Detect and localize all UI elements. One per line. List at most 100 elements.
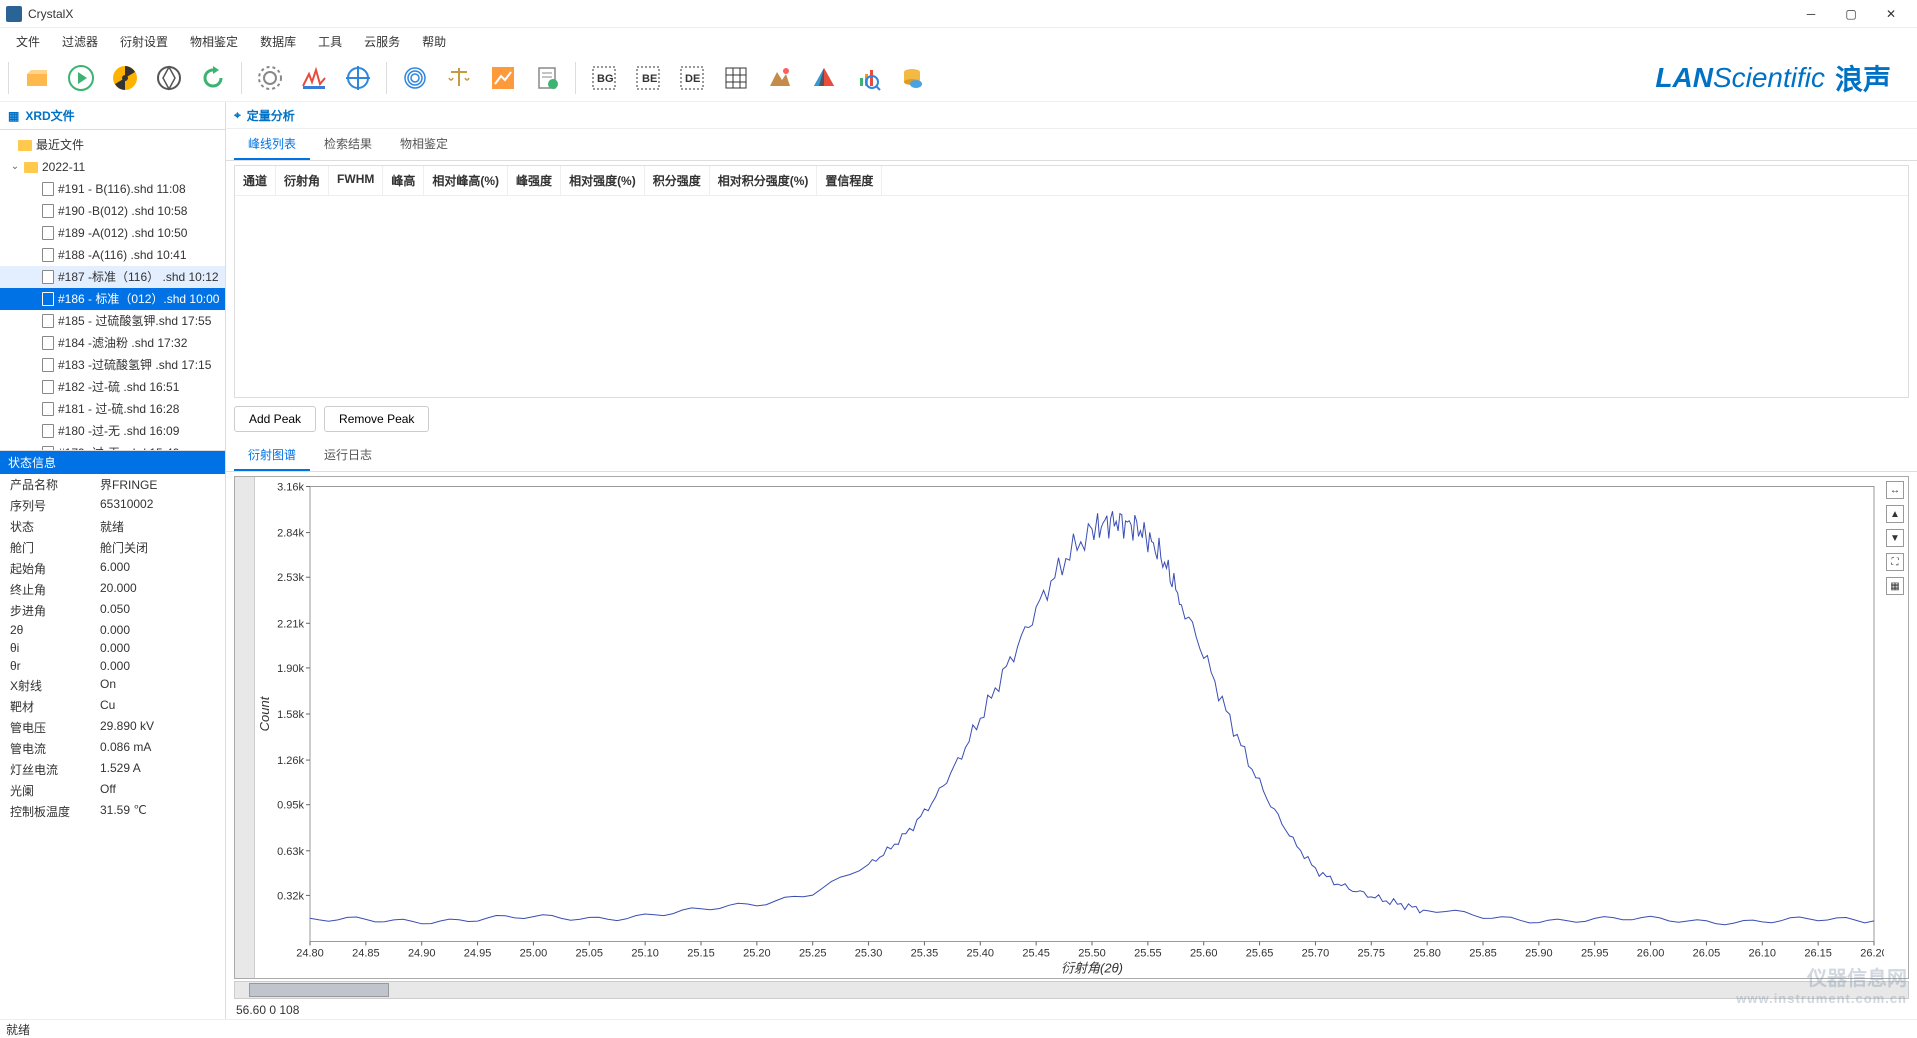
mountain-icon[interactable]: [762, 60, 798, 96]
menu-2[interactable]: 衍射设置: [110, 30, 178, 53]
brand-cn: 浪声: [1835, 58, 1891, 98]
menu-0[interactable]: 文件: [6, 30, 50, 53]
remove-peak-button[interactable]: Remove Peak: [324, 406, 429, 432]
file-item[interactable]: #184 -滤油粉 .shd 17:32: [0, 332, 225, 354]
file-item[interactable]: #182 -过-硫 .shd 16:51: [0, 376, 225, 398]
bg-icon[interactable]: BG: [586, 60, 622, 96]
column-header[interactable]: 相对强度(%): [561, 166, 645, 195]
svg-text:25.40: 25.40: [967, 948, 995, 960]
svg-text:25.45: 25.45: [1022, 948, 1050, 960]
column-header[interactable]: 积分强度: [645, 166, 710, 195]
tab-0[interactable]: 峰线列表: [234, 129, 310, 160]
spectrum-icon[interactable]: [296, 60, 332, 96]
report-icon[interactable]: [529, 60, 565, 96]
chart-tab-1[interactable]: 运行日志: [310, 440, 386, 471]
grid-icon[interactable]: [718, 60, 754, 96]
status-row: 状态就绪: [0, 516, 225, 537]
menu-3[interactable]: 物相鉴定: [180, 30, 248, 53]
file-item[interactable]: #179 -过-无 .shd 15:49: [0, 442, 225, 450]
minimize-button[interactable]: ─: [1791, 0, 1831, 28]
svg-text:BE: BE: [642, 73, 657, 85]
file-tree[interactable]: 最近文件 ⌄ 2022-11 #191 - B(116).shd 11:08 #1…: [0, 130, 225, 450]
svg-text:DE: DE: [685, 73, 700, 85]
file-item[interactable]: #189 -A(012) .shd 10:50: [0, 222, 225, 244]
peak-table[interactable]: 通道衍射角FWHM峰高相对峰高(%)峰强度相对强度(%)积分强度相对积分强度(%…: [234, 165, 1909, 398]
chart-area[interactable]: 3.16k2.84k2.53k2.21k1.90k1.58k1.26k0.95k…: [234, 476, 1909, 979]
radiation-icon[interactable]: [107, 60, 143, 96]
column-header[interactable]: 通道: [235, 166, 276, 195]
file-item[interactable]: #186 - 标准（012）.shd 10:00: [0, 288, 225, 310]
column-header[interactable]: 相对积分强度(%): [710, 166, 818, 195]
status-row: θr0.000: [0, 657, 225, 675]
file-item[interactable]: #183 -过硫酸氢钾 .shd 17:15: [0, 354, 225, 376]
zoom-out-icon[interactable]: ▼: [1886, 529, 1904, 547]
svg-text:0.63k: 0.63k: [277, 846, 304, 858]
play-icon[interactable]: [63, 60, 99, 96]
fingerprint-icon[interactable]: [397, 60, 433, 96]
folder-tree-icon: ▦: [8, 109, 19, 123]
file-item[interactable]: #187 -标准（116） .shd 10:12: [0, 266, 225, 288]
maximize-button[interactable]: ▢: [1831, 0, 1871, 28]
file-label: #189 -A(012) .shd 10:50: [58, 224, 187, 242]
close-button[interactable]: ✕: [1871, 0, 1911, 28]
open-icon[interactable]: [19, 60, 55, 96]
file-label: #190 -B(012) .shd 10:58: [58, 202, 187, 220]
aperture-icon[interactable]: [151, 60, 187, 96]
menu-4[interactable]: 数据库: [250, 30, 306, 53]
file-item[interactable]: #188 -A(116) .shd 10:41: [0, 244, 225, 266]
chart-vertical-scroll[interactable]: [235, 477, 255, 978]
de-icon[interactable]: DE: [674, 60, 710, 96]
trend-icon[interactable]: [485, 60, 521, 96]
gear-icon[interactable]: [252, 60, 288, 96]
target-icon[interactable]: [340, 60, 376, 96]
refresh-icon[interactable]: [195, 60, 231, 96]
file-item[interactable]: #190 -B(012) .shd 10:58: [0, 200, 225, 222]
svg-text:25.20: 25.20: [743, 948, 771, 960]
menu-7[interactable]: 帮助: [412, 30, 456, 53]
column-header[interactable]: FWHM: [329, 166, 383, 195]
file-item[interactable]: #191 - B(116).shd 11:08: [0, 178, 225, 200]
xrd-panel-header: ▦ XRD文件: [0, 102, 225, 130]
column-header[interactable]: 峰高: [383, 166, 424, 195]
recent-label: 最近文件: [36, 136, 84, 154]
file-item[interactable]: #180 -过-无 .shd 16:09: [0, 420, 225, 442]
menu-6[interactable]: 云服务: [354, 30, 410, 53]
search-chart-icon[interactable]: [850, 60, 886, 96]
svg-text:25.95: 25.95: [1581, 948, 1609, 960]
menu-1[interactable]: 过滤器: [52, 30, 108, 53]
right-header-title: 定量分析: [247, 107, 295, 124]
recent-folder[interactable]: 最近文件: [0, 134, 225, 156]
tab-2[interactable]: 物相鉴定: [386, 129, 462, 160]
menu-5[interactable]: 工具: [308, 30, 352, 53]
analysis-tabs: 峰线列表检索结果物相鉴定: [226, 129, 1917, 161]
file-icon: [42, 314, 54, 328]
month-folder[interactable]: ⌄ 2022-11: [0, 156, 225, 178]
column-header[interactable]: 衍射角: [276, 166, 329, 195]
zoom-in-icon[interactable]: ▲: [1886, 505, 1904, 523]
status-row: 舱门舱门关闭: [0, 537, 225, 558]
column-header[interactable]: 峰强度: [508, 166, 561, 195]
prism-icon[interactable]: [806, 60, 842, 96]
fit-icon[interactable]: ⛶: [1886, 553, 1904, 571]
be-icon[interactable]: BE: [630, 60, 666, 96]
chart-horizontal-scroll[interactable]: [234, 981, 1909, 999]
zoom-horizontal-icon[interactable]: ↔: [1886, 481, 1904, 499]
add-peak-button[interactable]: Add Peak: [234, 406, 316, 432]
grid-toggle-icon[interactable]: ▦: [1886, 577, 1904, 595]
tab-1[interactable]: 检索结果: [310, 129, 386, 160]
database-cloud-icon[interactable]: [894, 60, 930, 96]
chart-tab-0[interactable]: 衍射图谱: [234, 440, 310, 471]
file-label: #180 -过-无 .shd 16:09: [58, 422, 179, 440]
svg-text:25.00: 25.00: [520, 948, 548, 960]
window-title: CrystalX: [28, 7, 1791, 21]
balance-icon[interactable]: [441, 60, 477, 96]
svg-text:25.50: 25.50: [1078, 948, 1106, 960]
file-label: #183 -过硫酸氢钾 .shd 17:15: [58, 356, 211, 374]
svg-text:0.95k: 0.95k: [277, 800, 304, 812]
status-row: 管电压29.890 kV: [0, 717, 225, 738]
column-header[interactable]: 相对峰高(%): [424, 166, 508, 195]
svg-text:2.21k: 2.21k: [277, 619, 304, 631]
file-item[interactable]: #181 - 过-硫.shd 16:28: [0, 398, 225, 420]
file-item[interactable]: #185 - 过硫酸氢钾.shd 17:55: [0, 310, 225, 332]
column-header[interactable]: 置信程度: [817, 166, 882, 195]
